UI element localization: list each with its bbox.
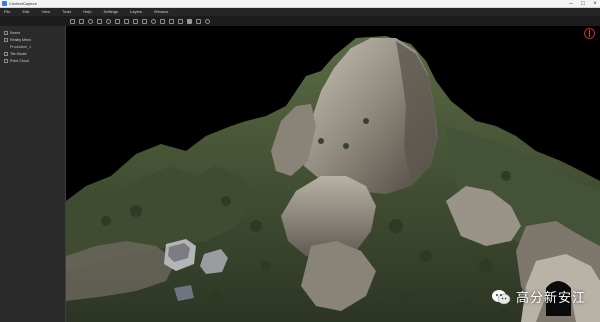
rotate-icon[interactable] [106, 18, 111, 24]
menu-item-help[interactable]: Help [83, 8, 91, 16]
menu-bar: File Edit View Tools Help Settings Layer… [0, 8, 600, 16]
app-icon [2, 1, 7, 6]
north-arrow-icon[interactable] [584, 28, 595, 39]
watermark-text: 高分新安江 [515, 291, 586, 306]
tile-icon [4, 52, 8, 56]
menu-item-window[interactable]: Window [154, 8, 168, 16]
settings-icon[interactable] [196, 18, 201, 24]
info-icon[interactable] [205, 18, 210, 24]
save-icon[interactable] [79, 18, 84, 24]
measure-icon[interactable] [124, 18, 129, 24]
menu-item-file[interactable]: File [4, 8, 10, 16]
tree-item-reality-mesh[interactable]: Reality Mesh [4, 37, 31, 43]
window-title: ContextCapture [9, 1, 38, 6]
tree-item-tile-model[interactable]: Tile Model [4, 51, 26, 57]
compass-needle [589, 30, 590, 37]
zoom-icon[interactable] [115, 18, 120, 24]
title-bar: ContextCapture – □ × [0, 0, 600, 8]
pan-icon[interactable] [97, 18, 102, 24]
watermark: 高分新安江 [491, 287, 586, 306]
profile-icon[interactable] [142, 18, 147, 24]
render-icon[interactable] [169, 18, 174, 24]
layer-icon[interactable] [187, 18, 192, 24]
point-cloud-icon [4, 59, 8, 63]
menu-item-layers[interactable]: Layers [130, 8, 142, 16]
reality-mesh-model[interactable] [66, 26, 600, 322]
wechat-icon [491, 289, 511, 304]
menu-item-view[interactable]: View [41, 8, 50, 16]
minimize-icon[interactable]: – [568, 1, 574, 7]
camera-icon[interactable] [151, 18, 156, 24]
menu-item-settings[interactable]: Settings [104, 8, 118, 16]
open-icon[interactable] [70, 18, 75, 24]
area-icon[interactable] [133, 18, 138, 24]
select-icon[interactable] [88, 18, 93, 24]
toolbar [0, 16, 600, 26]
folder-icon [4, 31, 8, 35]
scene-tree-panel: Scene Reality Mesh Production_1 Tile Mod… [0, 26, 66, 322]
tree-item-production[interactable]: Production_1 [10, 44, 31, 50]
grid-icon[interactable] [178, 18, 183, 24]
mesh-icon [4, 38, 8, 42]
maximize-icon[interactable]: □ [580, 1, 586, 7]
menu-item-tools[interactable]: Tools [62, 8, 71, 16]
tree-item-scene[interactable]: Scene [4, 30, 20, 36]
close-icon[interactable]: × [592, 1, 598, 7]
light-icon[interactable] [160, 18, 165, 24]
menu-item-edit[interactable]: Edit [22, 8, 29, 16]
3d-viewport[interactable]: 高分新安江 [66, 26, 600, 322]
tree-item-point-cloud[interactable]: Point Cloud [4, 58, 29, 64]
application-window: ContextCapture – □ × File Edit View Tool… [0, 0, 600, 322]
window-controls: – □ × [568, 0, 598, 8]
